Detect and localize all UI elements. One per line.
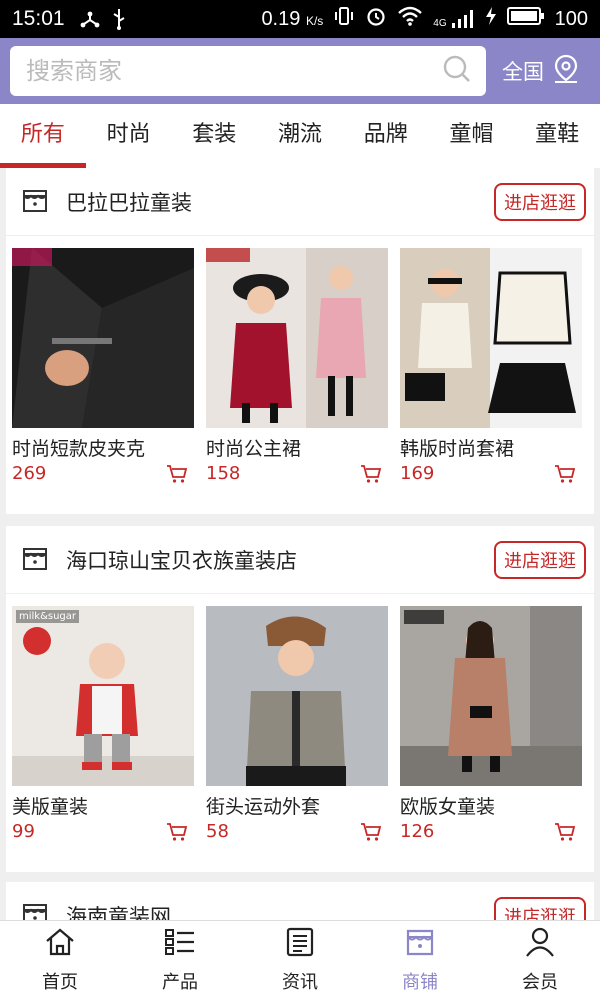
product-image[interactable] [400,606,582,786]
nav-home[interactable]: 首页 [0,921,120,1000]
product-card[interactable]: 时尚公主裙 158 [206,248,388,484]
list-icon [164,927,196,962]
news-icon [284,927,316,962]
search-icon[interactable] [442,54,472,88]
nav-home-label: 首页 [42,972,78,993]
product-image[interactable] [400,248,582,428]
shop-header[interactable]: 海口琼山宝贝衣族童装店 进店逛逛 [6,526,594,594]
store-icon [20,899,50,920]
nav-products-label: 产品 [162,972,198,993]
status-time: 15:01 [12,7,65,30]
network-speed: 0.19 K/s [261,7,324,30]
shop-name: 海南童装网 [66,904,171,921]
product-price: 269 [12,463,47,484]
shop-card: 巴拉巴拉童装 进店逛逛 时尚短款皮夹克 269 时尚公主裙 158 韩版时尚套裙… [6,168,594,514]
product-price: 126 [400,821,435,842]
product-price: 158 [206,463,241,484]
product-price: 99 [12,821,35,842]
product-card[interactable]: 时尚短款皮夹克 269 [12,248,194,484]
product-name: 美版童装 [12,796,89,818]
store-icon [404,927,436,962]
product-name: 街头运动外套 [206,796,321,818]
shop-card: 海口琼山宝贝衣族童装店 进店逛逛 milk&sugar 美版童装 99 街头运动… [6,526,594,872]
product-image[interactable] [206,606,388,786]
store-icon [20,185,50,219]
home-icon [44,927,76,962]
add-to-cart-icon[interactable] [360,822,382,842]
product-image[interactable] [206,248,388,428]
product-name: 时尚短款皮夹克 [12,438,146,460]
alarm-icon [365,5,387,33]
signal-icon: 4G [433,9,474,29]
product-price: 169 [400,463,435,484]
product-card[interactable]: 街头运动外套 58 [206,606,388,842]
product-card[interactable]: 欧版女童装 126 [400,606,582,842]
product-card[interactable]: 韩版时尚套裙 169 [400,248,582,484]
battery-level: 100 [554,7,588,30]
add-to-cart-icon[interactable] [166,822,188,842]
user-icon [524,927,556,962]
shop-card: 海南童装网 进店逛逛 [6,882,594,920]
product-price: 58 [206,821,229,842]
shop-name: 巴拉巴拉童装 [66,190,192,215]
tab-brand[interactable]: 品牌 [343,104,429,168]
tab-all[interactable]: 所有 [0,104,86,168]
tab-fashion[interactable]: 时尚 [86,104,172,168]
shop-header[interactable]: 巴拉巴拉童装 进店逛逛 [6,168,594,236]
product-name: 韩版时尚套裙 [400,438,515,460]
nav-news-label: 资讯 [282,972,318,993]
shop-name: 海口琼山宝贝衣族童装店 [66,548,297,573]
vibrate-icon [333,5,355,33]
nav-member-label: 会员 [522,972,558,993]
battery-icon [506,6,545,32]
brand-tag: milk&sugar [16,610,80,623]
store-icon [20,543,50,577]
charging-icon [485,6,497,32]
share-icon [79,8,101,30]
nav-stores[interactable]: 商铺 [360,921,480,1000]
region-label: 全国 [502,60,544,84]
region-selector[interactable]: 全国 [502,54,580,89]
nav-stores-label: 商铺 [402,972,438,993]
shop-list: 巴拉巴拉童装 进店逛逛 时尚短款皮夹克 269 时尚公主裙 158 韩版时尚套裙… [0,168,600,920]
usb-icon [111,7,127,31]
nav-products[interactable]: 产品 [120,921,240,1000]
tab-hats[interactable]: 童帽 [429,104,515,168]
add-to-cart-icon[interactable] [360,464,382,484]
visit-store-button[interactable]: 进店逛逛 [494,540,586,579]
search-input[interactable] [26,57,442,85]
category-tabs: 所有 时尚 套装 潮流 品牌 童帽 童鞋 [0,104,600,168]
product-card[interactable]: milk&sugar 美版童装 99 [12,606,194,842]
wifi-icon [397,5,423,33]
product-image[interactable]: milk&sugar [12,606,194,786]
nav-member[interactable]: 会员 [480,921,600,1000]
search-header: 全国 [0,38,600,104]
product-name: 时尚公主裙 [206,438,302,460]
tab-trend[interactable]: 潮流 [257,104,343,168]
add-to-cart-icon[interactable] [166,464,188,484]
visit-store-button[interactable]: 进店逛逛 [494,896,586,920]
visit-store-button[interactable]: 进店逛逛 [494,182,586,221]
add-to-cart-icon[interactable] [554,464,576,484]
nav-news[interactable]: 资讯 [240,921,360,1000]
product-image[interactable] [12,248,194,428]
location-pin-icon [552,54,580,89]
bottom-nav: 首页 产品 资讯 商铺 会员 [0,920,600,1000]
tab-shoes[interactable]: 童鞋 [514,104,600,168]
search-box[interactable] [10,46,486,96]
product-name: 欧版女童装 [400,796,496,818]
status-bar: 15:01 0.19 K/s 4G 100 [0,0,600,38]
add-to-cart-icon[interactable] [554,822,576,842]
shop-header[interactable]: 海南童装网 进店逛逛 [6,882,594,920]
tab-sets[interactable]: 套装 [171,104,257,168]
